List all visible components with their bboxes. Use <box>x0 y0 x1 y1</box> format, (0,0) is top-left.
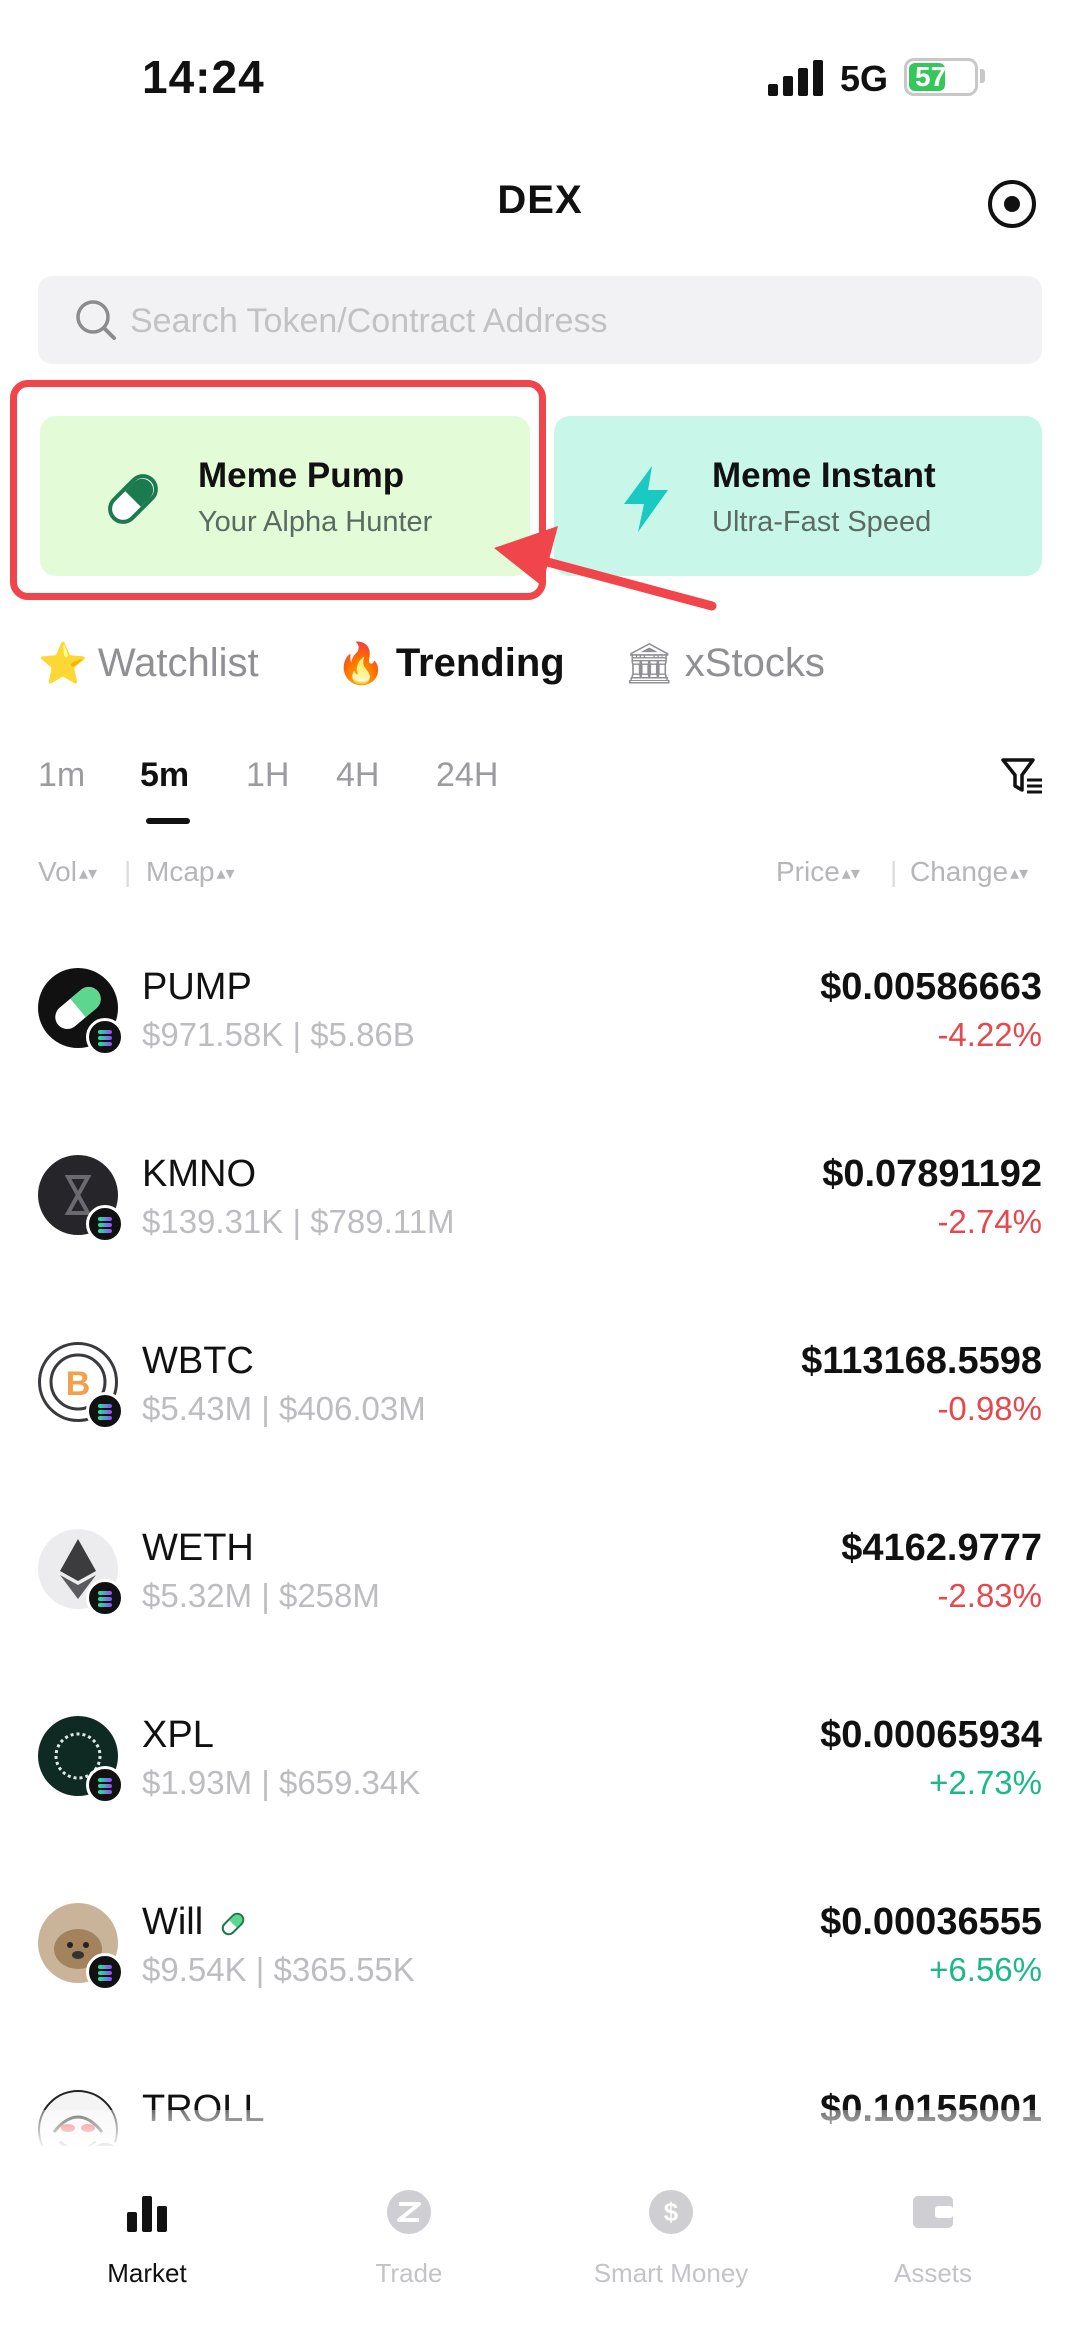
nav-smart-money[interactable]: $ Smart Money <box>536 2146 806 2288</box>
sort-icon: ▴▾ <box>1010 863 1029 884</box>
tab-trending[interactable]: 🔥 Trending <box>336 640 565 687</box>
nav-trade[interactable]: Trade <box>274 2146 544 2288</box>
token-stats: $971.58K | $5.86B <box>142 1016 415 1053</box>
token-price: $0.00065934 <box>820 1714 1042 1756</box>
solana-icon <box>86 1205 124 1243</box>
svg-text:$: $ <box>664 2197 679 2227</box>
nav-assets[interactable]: Assets <box>798 2146 1068 2288</box>
time-tab-1h[interactable]: 1H <box>246 756 289 795</box>
sort-mcap[interactable]: Mcap ▴▾ <box>146 856 235 888</box>
token-price: $4162.9777 <box>841 1527 1042 1569</box>
dollar-icon: $ <box>649 2190 693 2234</box>
target-icon[interactable] <box>986 178 1038 230</box>
token-row-pump[interactable]: PUMP $971.58K | $5.86B $0.00586663 -4.22… <box>0 926 1080 1112</box>
bank-icon: 🏛 <box>624 642 675 686</box>
token-change: -2.83% <box>937 1577 1042 1614</box>
highlight-box <box>10 380 546 600</box>
token-stats: $5.43M | $406.03M <box>142 1390 426 1427</box>
token-stats: $9.54K | $365.55K <box>142 1951 415 1988</box>
token-change: -4.22% <box>937 1016 1042 1053</box>
nav-smart-money-label: Smart Money <box>593 2258 749 2288</box>
token-price: $0.00586663 <box>820 966 1042 1008</box>
token-row-kmno[interactable]: KMNO $139.31K | $789.11M $0.07891192 -2.… <box>0 1113 1080 1299</box>
token-change: -2.74% <box>937 1203 1042 1240</box>
token-change: -0.98% <box>937 1390 1042 1427</box>
search-icon <box>76 300 116 340</box>
time-tab-24h[interactable]: 24H <box>436 756 498 795</box>
battery-icon: 57 <box>904 58 978 96</box>
tab-trending-label: Trending <box>395 641 565 685</box>
trade-icon <box>387 2190 431 2234</box>
fire-icon: 🔥 <box>336 642 386 686</box>
col-mcap-label: Mcap <box>146 856 215 887</box>
sort-icon: ▴▾ <box>78 863 98 884</box>
token-change: +6.56% <box>929 1951 1042 1988</box>
token-price: $113168.5598 <box>801 1340 1042 1382</box>
meme-instant-title: Meme Instant <box>712 456 936 495</box>
col-vol-label: Vol <box>38 856 77 887</box>
sort-price[interactable]: Price ▴▾ <box>776 856 860 888</box>
token-stats: $5.32M | $258M <box>142 1577 380 1614</box>
search-input[interactable] <box>128 276 1012 366</box>
col-change-label: Change <box>910 856 1009 887</box>
wallet-icon <box>913 2196 953 2228</box>
solana-icon <box>86 1579 124 1617</box>
token-row-xpl[interactable]: XPL $1.93M | $659.34K $0.00065934 +2.73% <box>0 1674 1080 1860</box>
solana-icon <box>86 1392 124 1430</box>
token-name: KMNO <box>142 1153 256 1195</box>
bar-chart-icon <box>127 2196 167 2232</box>
meme-instant-subtitle: Ultra-Fast Speed <box>712 506 932 538</box>
sort-icon: ▴▾ <box>216 863 235 884</box>
token-name: PUMP <box>142 966 252 1008</box>
active-tab-indicator <box>146 818 190 824</box>
list-fade <box>0 2110 1080 2150</box>
token-name: WBTC <box>142 1340 254 1382</box>
tab-xstocks[interactable]: 🏛 xStocks <box>624 640 825 687</box>
token-name: Will <box>142 1901 248 1944</box>
pill-icon <box>221 1912 245 1936</box>
sort-vol[interactable]: Vol ▴▾ <box>38 856 97 888</box>
battery-cap <box>980 69 985 83</box>
token-name-text: Will <box>142 1901 204 1943</box>
token-stats: $139.31K | $789.11M <box>142 1203 455 1240</box>
sort-change[interactable]: Change ▴▾ <box>910 856 1028 888</box>
solana-icon <box>86 1766 124 1804</box>
time-tab-1m[interactable]: 1m <box>38 756 85 795</box>
tab-watchlist[interactable]: ⭐ Watchlist <box>38 640 259 687</box>
time-tab-5m[interactable]: 5m <box>140 756 189 795</box>
token-row-weth[interactable]: WETH $5.32M | $258M $4162.9777 -2.83% <box>0 1487 1080 1673</box>
sort-icon: ▴▾ <box>841 863 860 884</box>
battery-level: 57 <box>915 61 947 92</box>
bottom-nav: Market Trade $ Smart Money Assets <box>0 2146 1080 2346</box>
solana-icon <box>86 1018 124 1056</box>
time-tab-4h[interactable]: 4H <box>336 756 379 795</box>
token-price: $0.07891192 <box>822 1153 1042 1195</box>
nav-trade-label: Trade <box>375 2258 443 2288</box>
token-row-will[interactable]: Will $9.54K | $365.55K $0.00036555 +6.56… <box>0 1861 1080 2047</box>
filter-icon[interactable] <box>1000 756 1044 796</box>
network-type: 5G <box>840 58 889 99</box>
tab-xstocks-label: xStocks <box>684 641 825 685</box>
annotation-arrow <box>494 526 717 611</box>
signal-icon <box>768 58 828 96</box>
star-icon: ⭐ <box>38 642 88 686</box>
col-divider: | <box>124 856 132 887</box>
token-row-wbtc[interactable]: B WBTC $5.43M | $406.03M $113168.5598 -0… <box>0 1300 1080 1486</box>
col-price-label: Price <box>776 856 840 887</box>
token-name: WETH <box>142 1527 254 1569</box>
page-title: DEX <box>497 178 583 222</box>
col-divider: | <box>890 856 898 887</box>
nav-market[interactable]: Market <box>12 2146 282 2288</box>
status-time: 14:24 <box>142 51 265 103</box>
search-bar[interactable] <box>38 276 1042 366</box>
solana-icon <box>86 1953 124 1991</box>
token-price: $0.00036555 <box>820 1901 1042 1943</box>
nav-market-label: Market <box>107 2258 187 2288</box>
token-stats: $1.93M | $659.34K <box>142 1764 421 1801</box>
token-name: XPL <box>142 1714 214 1756</box>
token-change: +2.73% <box>929 1764 1042 1801</box>
nav-assets-label: Assets <box>893 2258 973 2288</box>
svg-text:B: B <box>66 1365 91 1403</box>
tab-watchlist-label: Watchlist <box>97 641 259 685</box>
